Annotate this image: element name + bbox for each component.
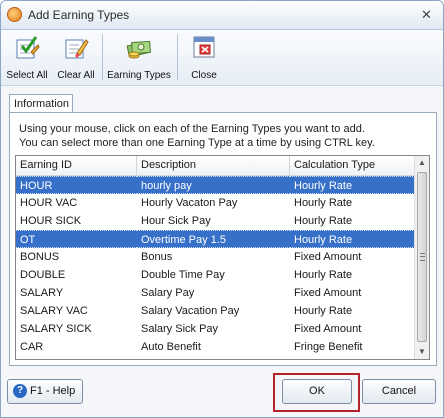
cell-description: hourly pay [137, 176, 290, 194]
scroll-up-icon[interactable]: ▲ [415, 156, 429, 170]
cell-earning-id: SALARY SICK [20, 323, 92, 335]
column-header-description[interactable]: Description [137, 156, 290, 175]
cell-description: Salary Vacation Pay [141, 305, 240, 317]
clear-all-icon [65, 39, 89, 59]
cell-earning-id: SALARY VAC [20, 305, 88, 317]
column-header-earning-id[interactable]: Earning ID [16, 156, 137, 175]
column-header-calculation-type[interactable]: Calculation Type [290, 156, 415, 175]
clear-all-button[interactable]: Clear All [54, 32, 98, 82]
cell-description: Hour Sick Pay [141, 215, 211, 227]
select-all-label: Select All [6, 70, 48, 81]
scrollbar-thumb[interactable] [417, 172, 427, 342]
instruction-line-1: Using your mouse, click on each of the E… [19, 123, 365, 135]
toolbar-separator [102, 34, 103, 80]
cell-description: Overtime Pay 1.5 [137, 230, 290, 248]
instructions: Using your mouse, click on each of the E… [19, 122, 375, 150]
table-row[interactable]: SALARY SICK Salary Sick Pay Fixed Amount [16, 320, 415, 338]
cell-earning-id: DOUBLE [20, 269, 66, 281]
cell-calculation-type: Fixed Amount [294, 323, 362, 335]
grid-rows: HOUR hourly pay Hourly Rate HOUR VAC Hourly … [16, 176, 415, 356]
cell-description: Hourly Vacaton Pay [141, 197, 238, 209]
grid-header: Earning ID Description Calculation Type [16, 156, 415, 176]
table-row[interactable]: BONUS Bonus Fixed Amount [16, 248, 415, 266]
clear-all-label: Clear All [57, 70, 95, 81]
cell-description: Salary Pay [141, 287, 195, 299]
toolbar: Select All Clear All Earning Types Close [1, 30, 443, 86]
close-window-icon [193, 36, 215, 58]
earning-types-label: Earning Types [107, 70, 171, 81]
table-row[interactable]: OT Overtime Pay 1.5 Hourly Rate [16, 230, 415, 248]
add-earning-types-window: Add Earning Types ✕ Select All Clear All [0, 0, 444, 418]
cell-earning-id: BONUS [20, 251, 60, 263]
cell-earning-id: HOUR VAC [20, 197, 78, 209]
cell-earning-id: HOUR [16, 176, 137, 194]
table-row[interactable]: SALARY VAC Salary Vacation Pay Hourly Rate [16, 302, 415, 320]
ok-highlight-box [273, 373, 360, 412]
cell-description: Auto Benefit [141, 341, 201, 353]
cell-calculation-type: Fringe Benefit [294, 341, 363, 353]
cell-calculation-type: Hourly Rate [294, 269, 353, 281]
close-button[interactable]: Close [182, 32, 226, 82]
money-icon [126, 40, 151, 59]
scroll-down-icon[interactable]: ▼ [415, 345, 429, 359]
select-all-button[interactable]: Select All [4, 32, 50, 82]
cell-description: Bonus [141, 251, 173, 263]
cell-calculation-type: Hourly Rate [290, 230, 415, 248]
help-button[interactable]: ? F1 - Help [7, 379, 83, 404]
grip-icon [420, 253, 425, 261]
earning-types-grid[interactable]: Earning ID Description Calculation Type … [15, 155, 430, 360]
cancel-button[interactable]: Cancel [362, 379, 436, 404]
cell-calculation-type: Hourly Rate [294, 197, 353, 209]
help-icon: ? [13, 384, 27, 398]
title-bar: Add Earning Types ✕ [1, 1, 443, 30]
cell-earning-id: OT [16, 230, 137, 248]
app-icon [7, 7, 22, 22]
toolbar-separator [177, 34, 178, 80]
table-row[interactable]: CAR Auto Benefit Fringe Benefit [16, 338, 415, 356]
cell-calculation-type: Hourly Rate [294, 215, 353, 227]
window-title: Add Earning Types [28, 8, 130, 22]
table-row[interactable]: HOUR VAC Hourly Vacaton Pay Hourly Rate [16, 194, 415, 212]
cell-calculation-type: Fixed Amount [294, 251, 362, 263]
cell-earning-id: CAR [20, 341, 44, 353]
close-label: Close [191, 70, 217, 81]
cell-calculation-type: Fixed Amount [294, 287, 362, 299]
vertical-scrollbar[interactable]: ▲ ▼ [414, 156, 429, 359]
information-panel: Using your mouse, click on each of the E… [9, 112, 437, 366]
cell-description: Salary Sick Pay [141, 323, 219, 335]
table-row[interactable]: HOUR hourly pay Hourly Rate [16, 176, 415, 194]
table-row[interactable]: HOUR SICK Hour Sick Pay Hourly Rate [16, 212, 415, 230]
earning-types-button[interactable]: Earning Types [106, 32, 172, 82]
table-row[interactable]: DOUBLE Double Time Pay Hourly Rate [16, 266, 415, 284]
dialog-footer: ? F1 - Help OK Cancel [1, 367, 443, 417]
window-close-icon[interactable]: ✕ [418, 6, 435, 23]
cell-description: Double Time Pay [141, 269, 225, 281]
cell-calculation-type: Hourly Rate [290, 176, 415, 194]
instruction-line-2: You can select more than one Earning Typ… [19, 137, 375, 149]
cell-earning-id: HOUR SICK [20, 215, 82, 227]
tab-information[interactable]: Information [9, 94, 73, 113]
help-label: F1 - Help [30, 385, 76, 397]
table-row[interactable]: SALARY Salary Pay Fixed Amount [16, 284, 415, 302]
select-all-icon [16, 36, 40, 59]
cell-calculation-type: Hourly Rate [294, 305, 353, 317]
cell-earning-id: SALARY [20, 287, 64, 299]
